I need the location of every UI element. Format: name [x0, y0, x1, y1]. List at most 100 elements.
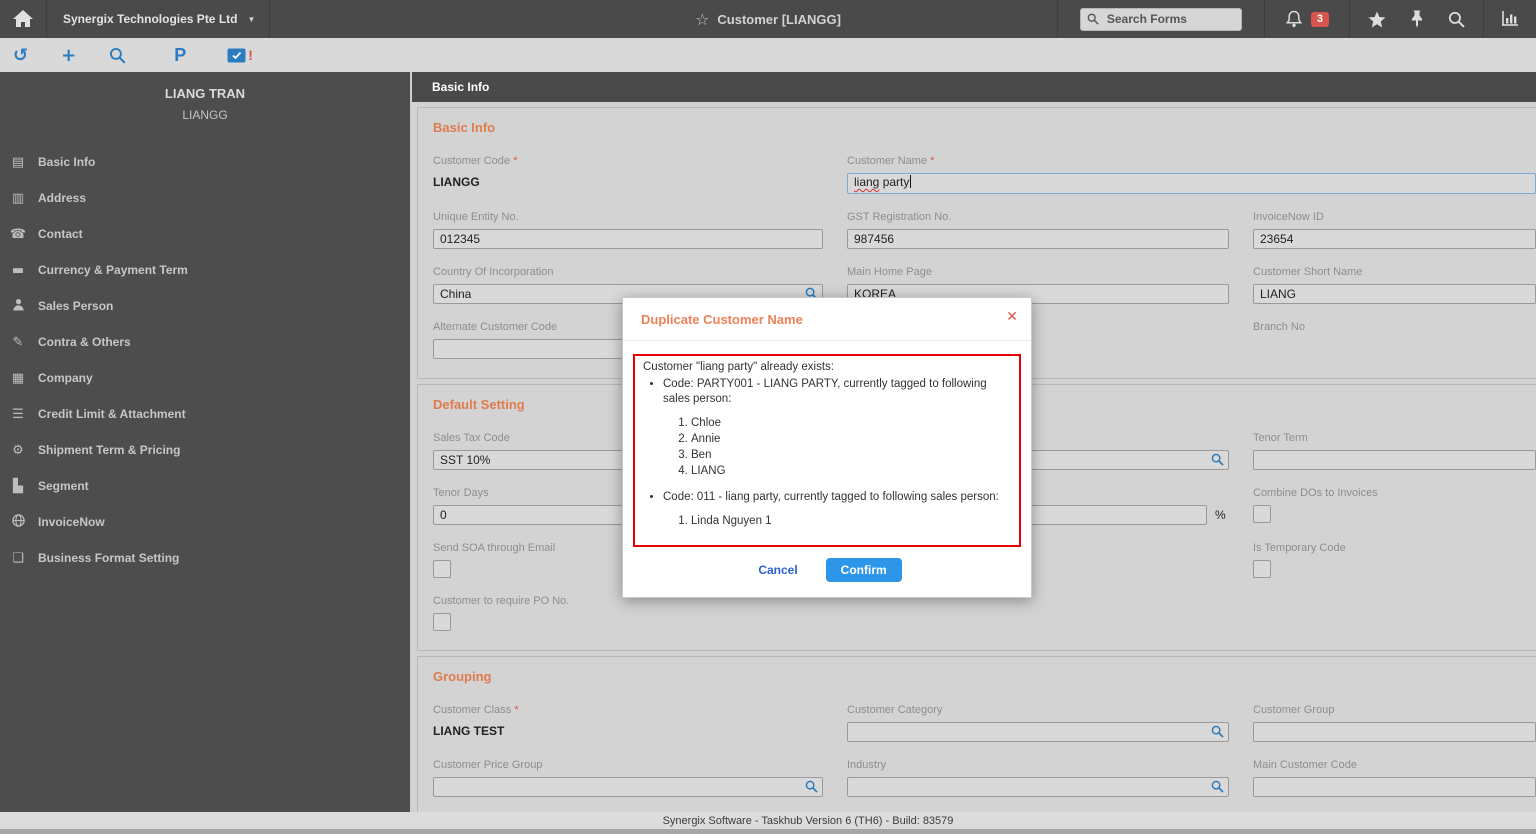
- customer-price-group-input[interactable]: [433, 777, 823, 797]
- sidebar-item-label: Address: [38, 191, 86, 205]
- sidebar-item-contact[interactable]: ☎ Contact: [0, 216, 410, 252]
- section-grouping: Grouping Customer Class * LIANG TEST Cus…: [417, 656, 1536, 812]
- undo-button[interactable]: ↺: [13, 45, 28, 66]
- unique-entity-no-input[interactable]: [433, 229, 823, 249]
- confirm-button[interactable]: Confirm: [826, 558, 902, 582]
- dialog-actions: Cancel Confirm: [623, 547, 1031, 597]
- favorites-icon[interactable]: [1368, 11, 1386, 28]
- pin-icon[interactable]: [1410, 10, 1424, 28]
- close-icon[interactable]: ✕: [1006, 309, 1018, 325]
- building-icon: ▦: [8, 371, 28, 386]
- print-icon: P: [174, 45, 186, 66]
- company-selector[interactable]: Synergix Technologies Pte Ltd ▼: [47, 0, 269, 38]
- is-temporary-code-checkbox[interactable]: [1253, 560, 1271, 578]
- search-icon: [1087, 13, 1099, 25]
- search-icon: [109, 47, 126, 64]
- sidebar-item-address[interactable]: ▥ Address: [0, 180, 410, 216]
- search-forms-input[interactable]: [1105, 11, 1219, 27]
- add-button[interactable]: +: [61, 45, 76, 66]
- gst-registration-no-input[interactable]: [847, 229, 1229, 249]
- sidebar-item-label: Sales Person: [38, 299, 113, 313]
- sidebar-item-company[interactable]: ▦ Company: [0, 360, 410, 396]
- dashboard-chart-icon[interactable]: [1500, 10, 1520, 28]
- top-header: Synergix Technologies Pte Ltd ▼ ☆ Custom…: [0, 0, 1536, 38]
- tenor-term-input[interactable]: [1253, 450, 1536, 470]
- sales-person-item: LIANG: [691, 464, 1013, 479]
- gear-icon: ⚙: [8, 443, 28, 458]
- sidebar-item-basic-info[interactable]: ▤ Basic Info: [0, 144, 410, 180]
- sidebar-item-credit-limit-attachment[interactable]: ☰ Credit Limit & Attachment: [0, 396, 410, 432]
- sidebar-item-invoicenow[interactable]: InvoiceNow: [0, 504, 410, 540]
- lookup-search-icon[interactable]: [805, 780, 818, 793]
- duplicate-customer-name-dialog: Duplicate Customer Name ✕ Customer "lian…: [622, 297, 1032, 598]
- record-sidebar: LIANG TRAN LIANGG ▤ Basic Info ▥ Address…: [0, 72, 410, 812]
- require-po-checkbox[interactable]: [433, 613, 451, 631]
- field-customer-name: Customer Name * liang party: [847, 155, 1536, 194]
- mail-alert-button[interactable]: !: [227, 47, 253, 63]
- segment-chart-icon: ▙: [8, 479, 28, 494]
- person-icon: [8, 298, 28, 315]
- lookup-search-icon[interactable]: [1211, 725, 1224, 738]
- cancel-button[interactable]: Cancel: [752, 562, 803, 578]
- dialog-title: Duplicate Customer Name: [641, 312, 803, 327]
- sidebar-item-shipment-term-pricing[interactable]: ⚙ Shipment Term & Pricing: [0, 432, 410, 468]
- customer-short-name-input[interactable]: [1253, 284, 1536, 304]
- field-invoicenow-id: InvoiceNow ID: [1253, 211, 1536, 249]
- customer-class-value: LIANG TEST: [433, 724, 504, 738]
- main-customer-code-input[interactable]: [1253, 777, 1536, 797]
- record-customer-name: LIANG TRAN: [0, 86, 410, 101]
- company-name: Synergix Technologies Pte Ltd: [63, 12, 237, 26]
- header-right-group: 3: [1057, 0, 1536, 38]
- database-icon: ☰: [8, 407, 28, 422]
- caret-down-icon: ▼: [247, 15, 255, 24]
- header-divider: [269, 0, 270, 38]
- sales-person-item: Annie: [691, 432, 1013, 447]
- customer-name-input[interactable]: liang party: [847, 173, 1536, 194]
- sidebar-item-label: Contra & Others: [38, 335, 131, 349]
- alert-mark: !: [248, 47, 253, 63]
- search-forms-box[interactable]: [1080, 8, 1242, 31]
- customer-group-input[interactable]: [1253, 722, 1536, 742]
- record-customer-code: LIANGG: [0, 108, 410, 122]
- invoicenow-id-input[interactable]: [1253, 229, 1536, 249]
- app-footer: Synergix Software - Taskhub Version 6 (T…: [0, 812, 1536, 829]
- sidebar-item-label: Currency & Payment Term: [38, 263, 188, 277]
- tab-basic-info[interactable]: Basic Info: [412, 72, 1536, 102]
- sidebar-item-segment[interactable]: ▙ Segment: [0, 468, 410, 504]
- undo-icon: ↺: [13, 45, 28, 66]
- sidebar-item-label: Basic Info: [38, 155, 95, 169]
- search-button[interactable]: [109, 47, 126, 64]
- industry-input[interactable]: [847, 777, 1229, 797]
- sidebar-item-currency-payment-term[interactable]: ▬ Currency & Payment Term: [0, 252, 410, 288]
- favorite-star-icon[interactable]: ☆: [695, 10, 709, 29]
- field-unique-entity-no: Unique Entity No.: [433, 211, 823, 249]
- sidebar-item-business-format-setting[interactable]: ❏ Business Format Setting: [0, 540, 410, 576]
- sidebar-item-sales-person[interactable]: Sales Person: [0, 288, 410, 324]
- customer-category-input[interactable]: [847, 722, 1229, 742]
- sidebar-item-contra-others[interactable]: ✎ Contra & Others: [0, 324, 410, 360]
- section-heading: Basic Info: [433, 120, 1536, 135]
- tab-label: Basic Info: [432, 80, 489, 94]
- field-customer-group: Customer Group: [1253, 704, 1536, 742]
- send-soa-checkbox[interactable]: [433, 560, 451, 578]
- plus-icon: +: [61, 45, 76, 66]
- duplicate-warning-box: Customer "liang party" already exists: C…: [633, 354, 1021, 547]
- version-text: Synergix Software - Taskhub Version 6 (T…: [663, 815, 954, 827]
- sidebar-item-label: Credit Limit & Attachment: [38, 407, 186, 421]
- notifications[interactable]: 3: [1265, 10, 1349, 28]
- notification-badge: 3: [1311, 12, 1329, 27]
- bottom-strip: [0, 829, 1536, 834]
- page-title: Customer [LIANGG]: [717, 12, 841, 27]
- section-heading: Grouping: [433, 669, 1536, 684]
- global-search-icon[interactable]: [1448, 11, 1465, 28]
- lookup-search-icon[interactable]: [1211, 780, 1224, 793]
- sidebar-nav: ▤ Basic Info ▥ Address ☎ Contact ▬ Curre…: [0, 144, 410, 576]
- bell-icon: [1285, 10, 1303, 28]
- header-quick-icons: [1350, 10, 1483, 28]
- combine-dos-checkbox[interactable]: [1253, 505, 1271, 523]
- lookup-search-icon[interactable]: [1211, 453, 1224, 466]
- home-button[interactable]: [0, 0, 46, 38]
- field-customer-require-po: Customer to require PO No.: [433, 595, 823, 631]
- sales-person-item: Ben: [691, 448, 1013, 463]
- print-button[interactable]: P: [174, 45, 186, 66]
